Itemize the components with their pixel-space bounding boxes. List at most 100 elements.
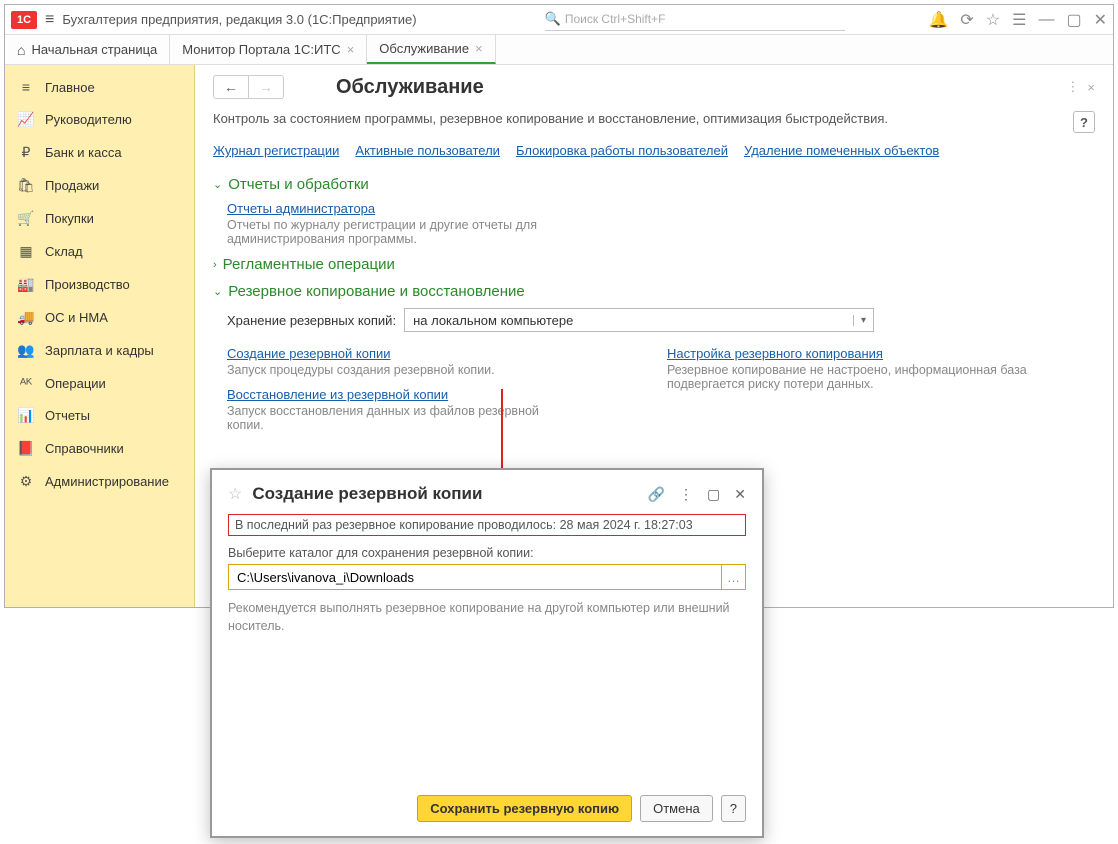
sidebar-item-5[interactable]: ▦Склад [5,235,194,268]
maximize-icon[interactable]: ▢ [707,486,720,503]
save-backup-button[interactable]: Сохранить резервную копию [417,795,632,822]
sidebar-label: Склад [45,244,83,259]
top-link-3[interactable]: Удаление помеченных объектов [744,143,939,158]
sidebar-label: Главное [45,80,95,95]
section-scheduled[interactable]: › Регламентные операции [213,256,1095,273]
backup-path-input[interactable] [229,565,721,589]
sidebar-label: Продажи [45,178,99,193]
link-admin-reports[interactable]: Отчеты администратора [227,201,375,216]
sidebar-item-6[interactable]: 🏭 Производство [5,268,194,301]
sidebar-item-2[interactable]: ₽ Банк и касса [5,136,194,169]
sidebar-label: Отчеты [45,408,90,423]
history-icon[interactable]: ⟳ [960,10,973,30]
more-icon[interactable]: ⋮ [1066,79,1079,95]
bell-icon[interactable]: 🔔 [928,10,948,30]
sidebar-label: Банк и касса [45,145,122,160]
sidebar-label: Зарплата и кадры [45,343,154,358]
help-button[interactable]: ? [1073,111,1095,133]
sidebar-item-1[interactable]: 📈 Руководителю [5,103,194,136]
sidebar-item-7[interactable]: 🚚ОС и НМА [5,301,194,334]
help-button[interactable]: ? [721,795,746,822]
sidebar-item-8[interactable]: 👥 Зарплата и кадры [5,334,194,367]
dropdown-icon[interactable]: ▾ [853,315,873,326]
tab-close-icon[interactable]: × [475,41,483,56]
recommendation-text: Рекомендуется выполнять резервное копиро… [228,600,746,635]
more-icon[interactable]: ⋮ [679,486,693,503]
browse-button[interactable]: … [721,565,745,589]
tab-close-icon[interactable]: × [347,42,355,57]
nav-back[interactable]: ← [214,76,249,98]
sidebar-item-9[interactable]: ᴬᴷ Операции [5,367,194,399]
reports-description: Отчеты по журналу регистрации и другие о… [227,218,567,246]
sidebar-icon: 📈 [17,111,35,128]
storage-value: на локальном компьютере [405,313,853,328]
section-backup[interactable]: ⌄ Резервное копирование и восстановление [213,283,1095,300]
sidebar-icon: 📕 [17,440,35,457]
sidebar-icon: ⚙ [17,473,35,490]
sidebar-item-0[interactable]: ≡ Главное [5,71,194,103]
cancel-button[interactable]: Отмена [640,795,713,822]
menu-icon[interactable]: ≡ [45,11,54,29]
tab-home-label: Начальная страница [31,42,157,57]
sidebar-icon: ᴬᴷ [17,375,35,391]
star-icon[interactable]: ☆ [986,10,1000,30]
nav-forward[interactable]: → [249,76,283,98]
create-desc: Запуск процедуры создания резервной копи… [227,363,567,377]
settings-desc: Резервное копирование не настроено, инфо… [667,363,1027,391]
chevron-right-icon: › [213,259,217,271]
search-input[interactable]: 🔍 Поиск Ctrl+Shift+F [545,9,845,31]
sidebar: ≡ Главное 📈 Руководителю ₽ Банк и касса 🛍 Прода… [5,65,195,607]
top-link-1[interactable]: Активные пользователи [355,143,500,158]
sidebar-icon: 🛍 [17,177,35,194]
top-link-0[interactable]: Журнал регистрации [213,143,339,158]
storage-select[interactable]: на локальном компьютере ▾ [404,308,874,332]
tab-home[interactable]: ⌂ Начальная страница [5,35,170,64]
chevron-down-icon: ⌄ [213,285,222,298]
home-icon: ⌂ [17,42,25,58]
sidebar-label: Справочники [45,441,124,456]
sidebar-icon: 🚚 [17,309,35,326]
sidebar-item-11[interactable]: 📕 Справочники [5,432,194,465]
section-reports[interactable]: ⌄ Отчеты и обработки [213,176,1095,193]
search-placeholder: Поиск Ctrl+Shift+F [565,12,666,26]
sidebar-item-12[interactable]: ⚙ Администрирование [5,465,194,498]
sidebar-item-4[interactable]: 🛒Покупки [5,202,194,235]
sidebar-icon: 👥 [17,342,35,359]
backup-dialog: ☆ Создание резервной копии 🔗 ⋮ ▢ ✕ В пос… [210,468,764,838]
sidebar-label: Операции [45,376,106,391]
sidebar-label: Руководителю [45,112,132,127]
page-title: Обслуживание [336,76,484,99]
top-link-2[interactable]: Блокировка работы пользователей [516,143,728,158]
search-icon: 🔍 [545,11,561,27]
app-logo [11,11,37,29]
sidebar-icon: 🏭 [17,276,35,293]
filter-icon[interactable]: ☰ [1012,10,1026,30]
close-panel-icon[interactable]: × [1087,80,1095,95]
chevron-down-icon: ⌄ [213,178,222,191]
window-title: Бухгалтерия предприятия, редакция 3.0 (1… [62,12,416,27]
link-backup-settings[interactable]: Настройка резервного копирования [667,346,883,361]
link-restore-backup[interactable]: Восстановление из резервной копии [227,387,448,402]
link-icon[interactable]: 🔗 [648,486,665,503]
sidebar-icon: 🛒 [17,210,35,227]
minimize-icon[interactable]: — [1038,11,1054,29]
page-description: Контроль за состоянием программы, резерв… [213,111,888,126]
favorite-icon[interactable]: ☆ [228,484,242,504]
sidebar-icon: ≡ [17,79,35,95]
sidebar-icon: ₽ [17,144,35,161]
tab-monitor[interactable]: Монитор Портала 1С:ИТС × [170,35,367,64]
maximize-icon[interactable]: ▢ [1066,10,1081,30]
sidebar-label: Производство [45,277,130,292]
tab-active-label: Обслуживание [379,41,469,56]
tab-bar: ⌂ Начальная страница Монитор Портала 1С:… [5,35,1113,65]
sidebar-icon: 📊 [17,407,35,424]
sidebar-item-10[interactable]: 📊 Отчеты [5,399,194,432]
sidebar-label: Администрирование [45,474,169,489]
close-icon[interactable]: ✕ [734,486,746,503]
close-icon[interactable]: ✕ [1094,10,1107,30]
nav-arrows: ← → [213,75,284,99]
sidebar-item-3[interactable]: 🛍 Продажи [5,169,194,202]
tab-maintenance[interactable]: Обслуживание × [367,35,495,64]
storage-label: Хранение резервных копий: [227,313,396,328]
link-create-backup[interactable]: Создание резервной копии [227,346,391,361]
